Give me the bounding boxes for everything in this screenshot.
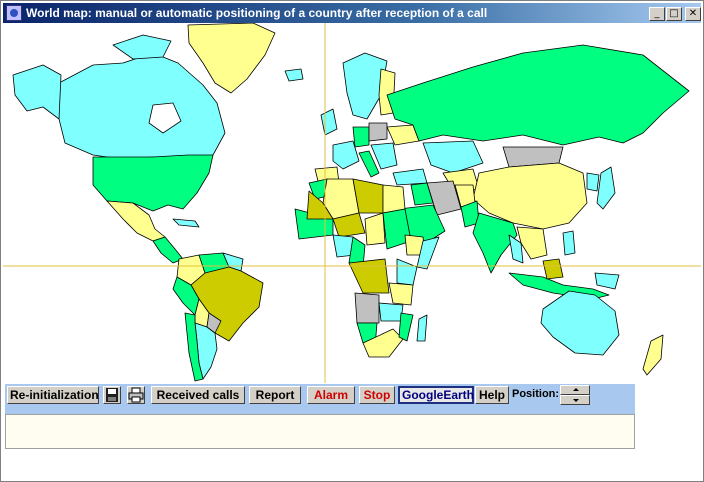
close-button[interactable]: ✕ [685,7,701,21]
country-new-zealand [642,334,664,376]
world-map-canvas[interactable] [3,23,701,383]
toolbar: Re-initialization Received calls Report … [5,384,635,414]
floppy-disk-icon [106,388,118,402]
country-borneo [542,258,564,280]
country-uk [320,108,338,136]
country-tanzania [388,282,414,306]
country-germany [352,126,370,148]
country-mozambique [398,312,414,342]
position-spinner[interactable] [560,385,590,405]
country-poland [368,122,388,142]
country-chad [364,212,386,246]
maximize-button[interactable]: □ [666,7,682,21]
title-bar[interactable]: World map: manual or automatic positioni… [3,3,701,23]
country-central-america [152,236,184,264]
country-cuba [172,218,200,228]
window-title: World map: manual or automatic positioni… [26,6,488,20]
country-madagascar [416,314,428,342]
country-kenya [396,258,418,286]
received-calls-button[interactable]: Received calls [151,386,245,404]
country-egypt [382,184,406,214]
reinitialization-button[interactable]: Re-initialization [7,386,99,404]
google-earth-button[interactable]: GoogleEarth [398,386,474,404]
save-button[interactable] [103,386,121,404]
spinner-down-arrow-icon[interactable] [560,395,590,405]
printer-icon [128,387,144,403]
country-zambia [378,302,404,322]
country-australia [540,290,620,356]
stop-button[interactable]: Stop [359,386,395,404]
country-png [594,272,620,290]
help-button[interactable]: Help [475,386,509,404]
arctic-islands [112,34,172,60]
country-kazakhstan [422,140,484,174]
country-japan [596,166,616,210]
print-button[interactable] [127,386,145,404]
country-turkey [392,168,428,186]
world-map[interactable] [3,23,701,383]
country-iceland [284,68,304,82]
report-button[interactable]: Report [249,386,301,404]
country-greenland [187,23,276,94]
country-canada [58,52,226,160]
minimize-button[interactable]: _ [649,7,665,21]
alarm-button[interactable]: Alarm [307,386,355,404]
country-korea [586,172,600,192]
position-label: Position: [512,388,560,400]
country-russia [386,44,690,146]
country-angola [354,292,380,324]
country-alaska [12,64,62,120]
app-globe-icon [6,5,22,21]
country-philippines [562,230,576,256]
spinner-up-arrow-icon[interactable] [560,385,590,395]
notes-textarea[interactable] [5,414,635,449]
country-congo [348,258,390,294]
main-window: World map: manual or automatic positioni… [0,0,704,482]
